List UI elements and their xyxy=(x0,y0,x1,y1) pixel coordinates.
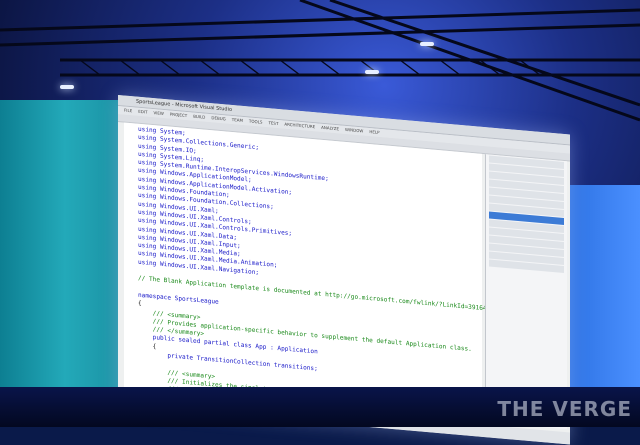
menu-item[interactable]: TEAM xyxy=(232,117,243,123)
stage-light xyxy=(365,70,379,74)
menu-item[interactable]: BUILD xyxy=(193,114,205,120)
teal-wall xyxy=(0,100,130,427)
menu-item[interactable]: ANALYZE xyxy=(321,125,339,132)
blue-panel xyxy=(560,185,640,395)
menu-item[interactable]: WINDOW xyxy=(345,127,363,134)
menu-item[interactable]: ARCHITECTURE xyxy=(284,122,315,130)
watermark: THE VERGE xyxy=(497,397,632,421)
menu-item[interactable]: DEBUG xyxy=(211,115,225,121)
menu-item[interactable]: TEST xyxy=(268,120,278,126)
menu-item[interactable]: TOOLS xyxy=(249,118,263,124)
menu-item[interactable]: HELP xyxy=(369,129,379,135)
menu-item[interactable]: FILE xyxy=(124,108,132,114)
menu-item[interactable]: PROJECT xyxy=(170,112,187,119)
stage-light xyxy=(420,42,434,46)
menu-item[interactable]: VIEW xyxy=(153,110,163,116)
stage-light xyxy=(60,85,74,89)
code-editor[interactable]: using System; using System.Collections.Ge… xyxy=(124,122,498,422)
menu-item[interactable]: EDIT xyxy=(138,109,147,115)
